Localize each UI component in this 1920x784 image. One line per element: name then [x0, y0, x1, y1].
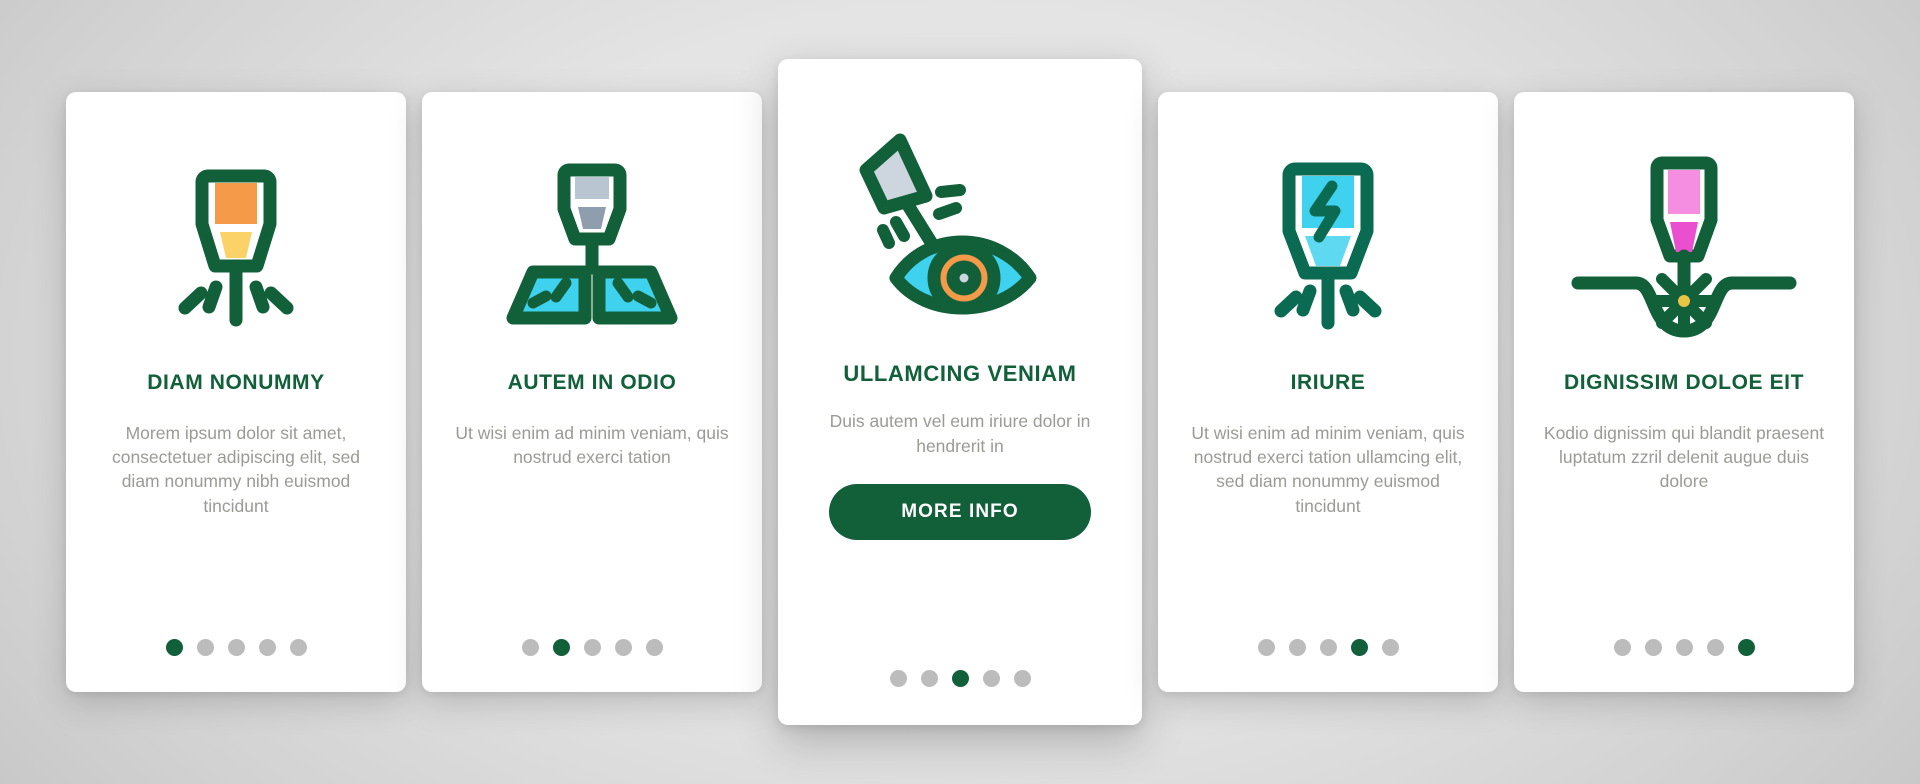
laser-eye-surgery-icon	[802, 91, 1118, 361]
pagination-dot[interactable]	[1319, 639, 1337, 656]
laser-power-bolt-icon	[1180, 120, 1476, 370]
pagination-dot[interactable]	[889, 670, 907, 687]
onboarding-card-ullamcing-veniam[interactable]: ULLAMCING VENIAM Duis autem vel eum iriu…	[778, 59, 1142, 725]
card-description: Duis autem vel eum iriure dolor in hendr…	[829, 411, 1091, 456]
onboarding-card-row: DIAM NONUMMY Morem ipsum dolor sit amet,…	[0, 0, 1920, 784]
pagination-dot[interactable]	[165, 639, 183, 656]
pagination-dot[interactable]	[645, 639, 663, 656]
pagination-dot[interactable]	[1381, 639, 1399, 656]
pagination-dot[interactable]	[289, 639, 307, 656]
card-description: Kodio dignissim qui blandit praesent lup…	[1543, 423, 1825, 492]
pagination-dot[interactable]	[1013, 670, 1031, 687]
pagination-dots[interactable]	[422, 639, 762, 656]
pagination-dot[interactable]	[521, 639, 539, 656]
pagination-dot[interactable]	[920, 670, 938, 687]
onboarding-card-diam-nonummy[interactable]: DIAM NONUMMY Morem ipsum dolor sit amet,…	[66, 92, 406, 692]
pagination-dots[interactable]	[778, 670, 1142, 687]
pagination-dot[interactable]	[1257, 639, 1275, 656]
onboarding-card-iriure[interactable]: IRIURE Ut wisi enim ad minim veniam, qui…	[1158, 92, 1498, 692]
card-title: DIGNISSIM DOLOE EIT	[1563, 371, 1805, 394]
more-info-button[interactable]: MORE INFO	[829, 483, 1091, 540]
pagination-dots[interactable]	[1514, 639, 1854, 656]
laser-cutter-orange-icon	[88, 120, 384, 370]
card-description: Ut wisi enim ad minim veniam, quis nostr…	[1191, 423, 1465, 516]
pagination-dot[interactable]	[1350, 639, 1368, 656]
pagination-dot[interactable]	[982, 670, 1000, 687]
pagination-dots[interactable]	[66, 639, 406, 656]
card-title: ULLAMCING VENIAM	[843, 361, 1077, 386]
laser-engraving-surface-icon	[1536, 120, 1832, 370]
pagination-dot[interactable]	[258, 639, 276, 656]
onboarding-card-dignissim-doloe-eit[interactable]: DIGNISSIM DOLOE EIT Kodio dignissim qui …	[1514, 92, 1854, 692]
pagination-dot[interactable]	[1737, 639, 1755, 656]
pagination-dots[interactable]	[1158, 639, 1498, 656]
laser-cutting-metal-sheet-icon	[444, 120, 740, 370]
card-title: IRIURE	[1290, 371, 1366, 394]
pagination-dot[interactable]	[1613, 639, 1631, 656]
card-title: DIAM NONUMMY	[147, 371, 325, 394]
card-description: Morem ipsum dolor sit amet, consectetuer…	[111, 423, 361, 516]
onboarding-card-autem-in-odio[interactable]: AUTEM IN ODIO Ut wisi enim ad minim veni…	[422, 92, 762, 692]
pagination-dot[interactable]	[614, 639, 632, 656]
pagination-dot[interactable]	[951, 670, 969, 687]
pagination-dot[interactable]	[1675, 639, 1693, 656]
pagination-dot[interactable]	[227, 639, 245, 656]
pagination-dot[interactable]	[583, 639, 601, 656]
pagination-dot[interactable]	[552, 639, 570, 656]
pagination-dot[interactable]	[1644, 639, 1662, 656]
pagination-dot[interactable]	[196, 639, 214, 656]
card-title: AUTEM IN ODIO	[507, 371, 677, 394]
card-description: Ut wisi enim ad minim veniam, quis nostr…	[455, 423, 729, 468]
pagination-dot[interactable]	[1706, 639, 1724, 656]
pagination-dot[interactable]	[1288, 639, 1306, 656]
